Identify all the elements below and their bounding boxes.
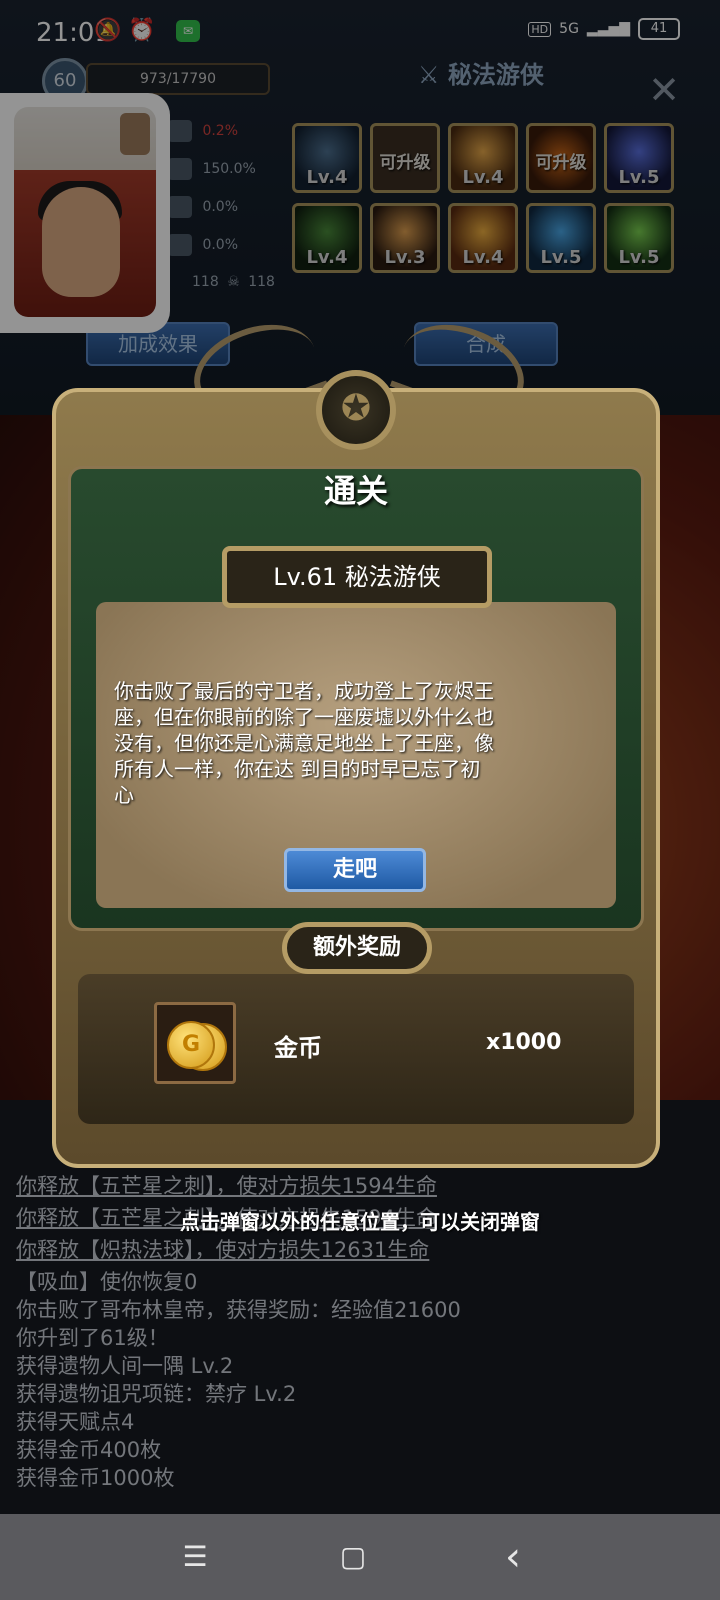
back-icon[interactable]: ‹ <box>498 1537 528 1577</box>
reward-quantity: x1000 <box>486 1030 562 1055</box>
level-clear-modal: 通关 Lv.61 秘法游侠 你击败了最后的守卫者，成功登上了灰烬王座，但在你眼前… <box>22 308 690 1178</box>
level-plate: Lv.61 秘法游侠 <box>222 546 492 608</box>
reward-title: 额外奖励 <box>282 922 432 974</box>
modal-title: 通关 <box>323 472 388 510</box>
reward-name: 金币 <box>274 1034 322 1062</box>
story-text: 你击败了最后的守卫者，成功登上了灰烬王座，但在你眼前的除了一座废墟以外什么也没有… <box>114 679 494 807</box>
go-button[interactable]: 走吧 <box>284 848 426 892</box>
system-nav-bar: ☰ ▢ ‹ <box>0 1514 720 1600</box>
home-icon[interactable]: ▢ <box>338 1542 368 1572</box>
menu-icon[interactable]: ☰ <box>180 1542 210 1572</box>
coin-reward-icon: G <box>154 1002 236 1084</box>
pentagram-emblem-icon <box>316 370 396 450</box>
dismiss-hint: 点击弹窗以外的任意位置，可以关闭弹窗 <box>180 1210 540 1234</box>
